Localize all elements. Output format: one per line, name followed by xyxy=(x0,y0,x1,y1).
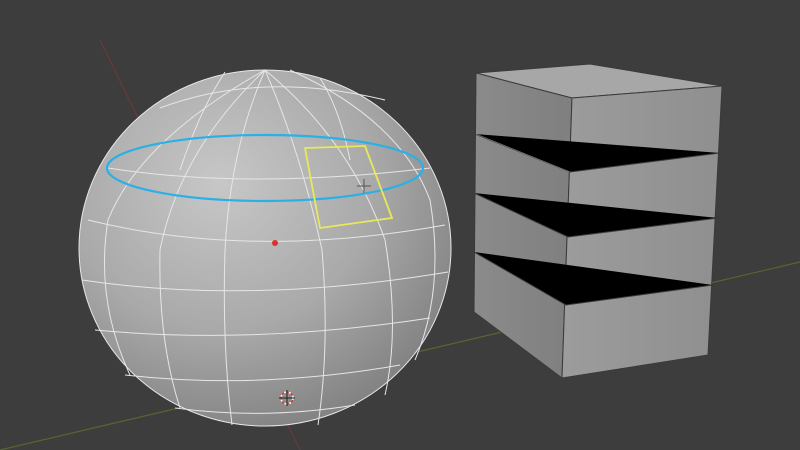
3d-viewport[interactable] xyxy=(0,0,800,450)
uv-sphere-mesh[interactable] xyxy=(78,69,452,427)
sphere-body[interactable] xyxy=(79,70,451,426)
viewport-canvas[interactable] xyxy=(0,0,800,450)
cube-mesh[interactable] xyxy=(473,63,723,379)
object-origin-icon xyxy=(272,240,278,246)
